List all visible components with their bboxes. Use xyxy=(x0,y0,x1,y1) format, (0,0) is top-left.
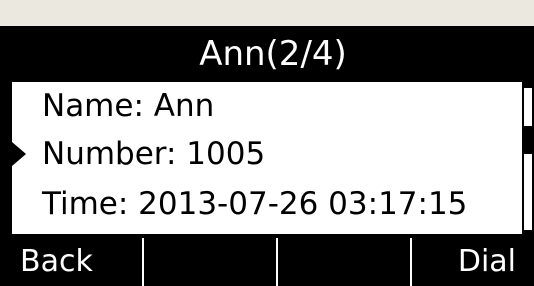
scrollbar[interactable] xyxy=(522,86,534,232)
softkey-2-button[interactable] xyxy=(142,238,276,286)
softkey-bar: Back Dial xyxy=(12,238,534,286)
softkey-3-button[interactable] xyxy=(276,238,410,286)
softkey-back-button[interactable]: Back xyxy=(12,238,142,286)
phone-screen: Ann(2/4) Name: Ann Number: 1005 Time: 20… xyxy=(0,26,534,286)
screen-title: Ann(2/4) xyxy=(12,26,534,82)
selection-pointer-icon xyxy=(12,142,26,166)
scrollbar-thumb[interactable] xyxy=(524,126,532,154)
detail-number-row[interactable]: Number: 1005 xyxy=(42,130,265,178)
detail-name-row[interactable]: Name: Ann xyxy=(42,82,214,130)
detail-time-row[interactable]: Time: 2013-07-26 03:17:15 xyxy=(42,180,467,228)
call-detail-panel: Name: Ann Number: 1005 Time: 2013-07-26 … xyxy=(12,82,522,234)
softkey-dial-button[interactable]: Dial xyxy=(410,238,534,286)
